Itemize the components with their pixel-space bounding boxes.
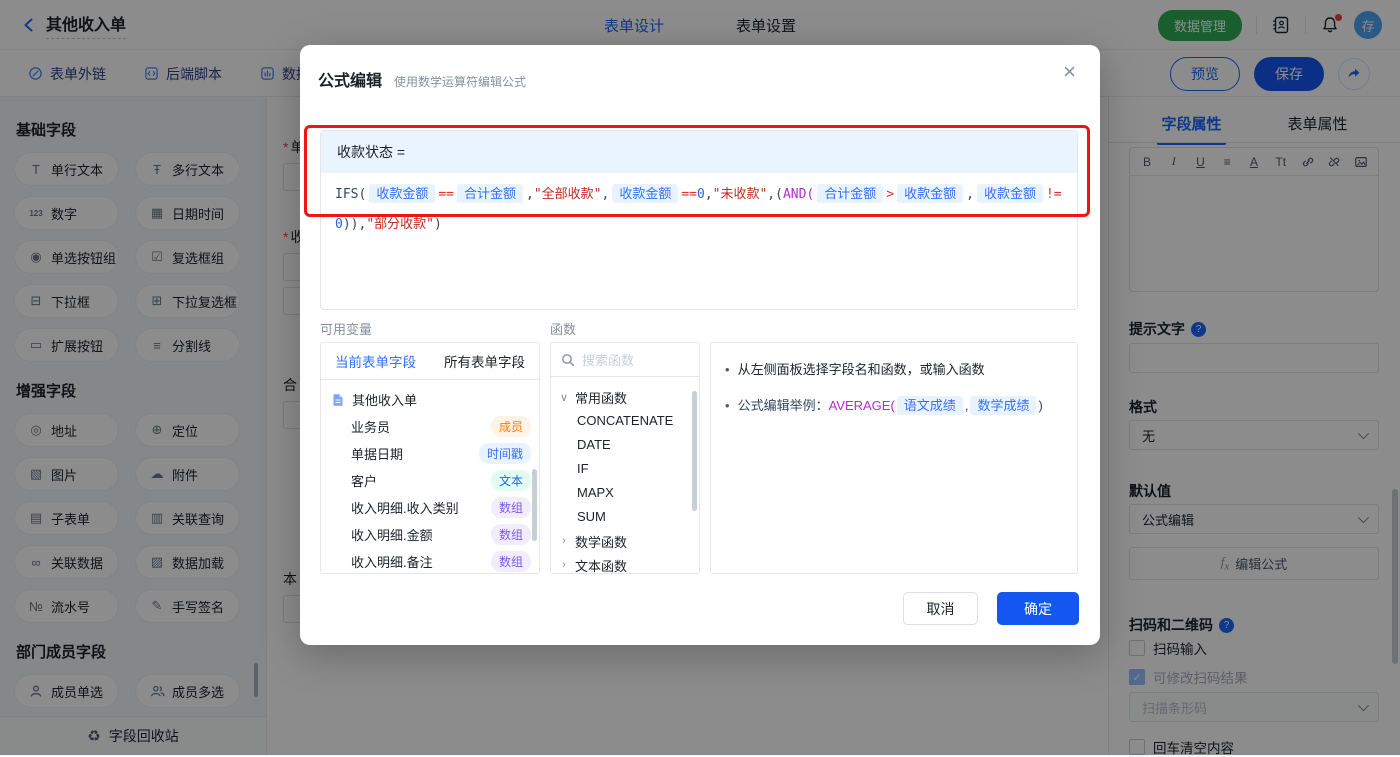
- field-token[interactable]: 收款金额: [369, 184, 436, 203]
- variable-label: 客户: [351, 474, 378, 489]
- formula-plain: ,: [966, 187, 974, 202]
- field-token[interactable]: 收款金额: [976, 184, 1043, 203]
- type-badge: 成员: [490, 416, 531, 437]
- variables-label: 可用变量: [320, 322, 373, 337]
- type-badge: 时间戳: [478, 443, 531, 464]
- variable-label: 单据日期: [351, 447, 404, 462]
- variable-tree-root[interactable]: 其他收入单: [321, 386, 539, 413]
- formula-op: >: [886, 187, 895, 202]
- variables-panel: 当前表单字段 所有表单字段 其他收入单 业务员 成员单据日期 时间戳客户 文本收入明细…: [320, 342, 540, 574]
- formula-plain: ,: [704, 187, 713, 202]
- function-item[interactable]: DATE: [551, 433, 699, 457]
- functions-scrollbar[interactable]: [692, 391, 697, 511]
- bullet-icon: •: [725, 362, 730, 377]
- field-token[interactable]: 收款金额: [612, 184, 679, 203]
- function-item[interactable]: IF: [551, 457, 699, 481]
- variable-item[interactable]: 收入明细.收入类别 数组: [321, 494, 539, 521]
- formula-plain: ): [1038, 398, 1043, 413]
- function-item[interactable]: MAPX: [551, 481, 699, 505]
- functions-panel: 搜索函数 ∨ 常用函数 CONCATENATE DATE IF MAPX SUM › 数学函数 ›…: [550, 342, 700, 574]
- formula-body[interactable]: IFS(收款金额 == 合计金额 ,"全部收款", 收款金额 ==0,"未收款",(AND…: [321, 173, 1077, 246]
- variable-item[interactable]: 客户 文本: [321, 467, 539, 494]
- variable-item[interactable]: 业务员 成员: [321, 413, 539, 440]
- type-badge: 数组: [490, 551, 531, 572]
- variable-item[interactable]: 收入明细.金额 数组: [321, 521, 539, 548]
- field-token[interactable]: 收款金额: [897, 184, 964, 203]
- bullet-icon: •: [725, 398, 730, 413]
- formula-editor: 收款状态 = IFS(收款金额 == 合计金额 ,"全部收款", 收款金额 ==0,"未收…: [320, 130, 1078, 310]
- function-item[interactable]: CONCATENATE: [551, 409, 699, 433]
- type-badge: 文本: [490, 470, 531, 491]
- chevron-right-icon: ›: [562, 535, 566, 547]
- variable-label: 收入明细.收入类别: [351, 501, 459, 516]
- formula-plain: ,(: [767, 187, 783, 202]
- function-group[interactable]: › 数学函数: [551, 529, 699, 553]
- formula-op: !=: [1045, 187, 1062, 202]
- function-group[interactable]: › 文本函数: [551, 553, 699, 574]
- formula-target: 收款状态 =: [321, 131, 1077, 173]
- type-badge: 数组: [490, 497, 531, 518]
- tip-line-1: 从左侧面板选择字段名和函数，或输入函数: [737, 362, 985, 377]
- variable-label: 收入明细.备注: [351, 555, 433, 570]
- variables-scrollbar[interactable]: [532, 469, 537, 541]
- function-group-label: 常用函数: [575, 390, 628, 406]
- formula-kw: IFS(: [335, 187, 367, 202]
- form-doc-icon: [331, 393, 345, 407]
- tab-all-form-fields[interactable]: 所有表单字段: [430, 351, 539, 371]
- field-token[interactable]: 语文成绩: [896, 396, 963, 415]
- function-item[interactable]: SUM: [551, 505, 699, 529]
- formula-fn: AND(: [782, 187, 815, 202]
- formula-num: 0: [696, 187, 705, 202]
- field-token[interactable]: 合计金额: [456, 184, 523, 203]
- formula-str: "全部收款": [533, 187, 602, 202]
- formula-plain: ,: [601, 187, 610, 202]
- function-group[interactable]: ∨ 常用函数: [551, 385, 699, 409]
- cancel-button[interactable]: 取消: [903, 592, 978, 625]
- formula-plain: ,: [964, 398, 969, 413]
- function-tree: ∨ 常用函数 CONCATENATE DATE IF MAPX SUM › 数学函数 › 文本函数: [551, 377, 699, 574]
- variable-root-label: 其他收入单: [352, 393, 418, 408]
- chevron-down-icon: ∨: [559, 391, 569, 404]
- tips-panel: • 从左侧面板选择字段名和函数，或输入函数 • 公式编辑举例：AVERAGE(语…: [710, 342, 1078, 574]
- function-search-input[interactable]: 搜索函数: [551, 343, 699, 377]
- functions-label: 函数: [550, 322, 577, 337]
- confirm-button[interactable]: 确定: [997, 592, 1079, 625]
- tips-example: 公式编辑举例：AVERAGE(语文成绩, 数学成绩): [738, 395, 1043, 417]
- tab-current-form-fields[interactable]: 当前表单字段: [321, 351, 430, 371]
- field-token[interactable]: 合计金额: [817, 184, 884, 203]
- formula-num: 0: [335, 217, 343, 232]
- function-group-label: 文本函数: [575, 558, 628, 574]
- variable-item[interactable]: 收入明细.备注 数组: [321, 548, 539, 573]
- formula-str: "部分收款": [366, 217, 434, 232]
- close-icon[interactable]: ×: [1063, 61, 1076, 83]
- modal-subtitle: 使用数学运算符编辑公式: [394, 75, 527, 89]
- variable-list: 业务员 成员 单据日期 时间戳 客户 文本 收入明细.收入类别 数组 收入明细.金额 数组 收入明细…: [321, 413, 539, 573]
- search-placeholder: 搜索函数: [582, 353, 635, 368]
- variable-label: 收入明细.金额: [351, 528, 433, 543]
- chevron-right-icon: ›: [562, 559, 566, 571]
- variable-item[interactable]: 单据日期 时间戳: [321, 440, 539, 467]
- formula-fn: AVERAGE(: [828, 398, 895, 413]
- variable-label: 业务员: [351, 420, 391, 435]
- formula-op: ==: [438, 187, 454, 202]
- type-badge: 数组: [490, 524, 531, 545]
- formula-op: ==: [681, 187, 697, 202]
- field-token[interactable]: 数学成绩: [970, 396, 1037, 415]
- formula-plain: 公式编辑举例：: [737, 398, 829, 413]
- function-group-label: 数学函数: [575, 534, 628, 550]
- formula-plain: ): [433, 217, 442, 232]
- modal-title: 公式编辑: [318, 73, 383, 90]
- search-icon: [561, 353, 575, 367]
- formula-plain: )),: [342, 217, 367, 232]
- formula-editor-modal: 公式编辑 使用数学运算符编辑公式 × 收款状态 = IFS(收款金额 == 合计金额…: [300, 45, 1100, 645]
- formula-plain: ,: [526, 187, 534, 202]
- formula-str: "未收款": [712, 187, 768, 202]
